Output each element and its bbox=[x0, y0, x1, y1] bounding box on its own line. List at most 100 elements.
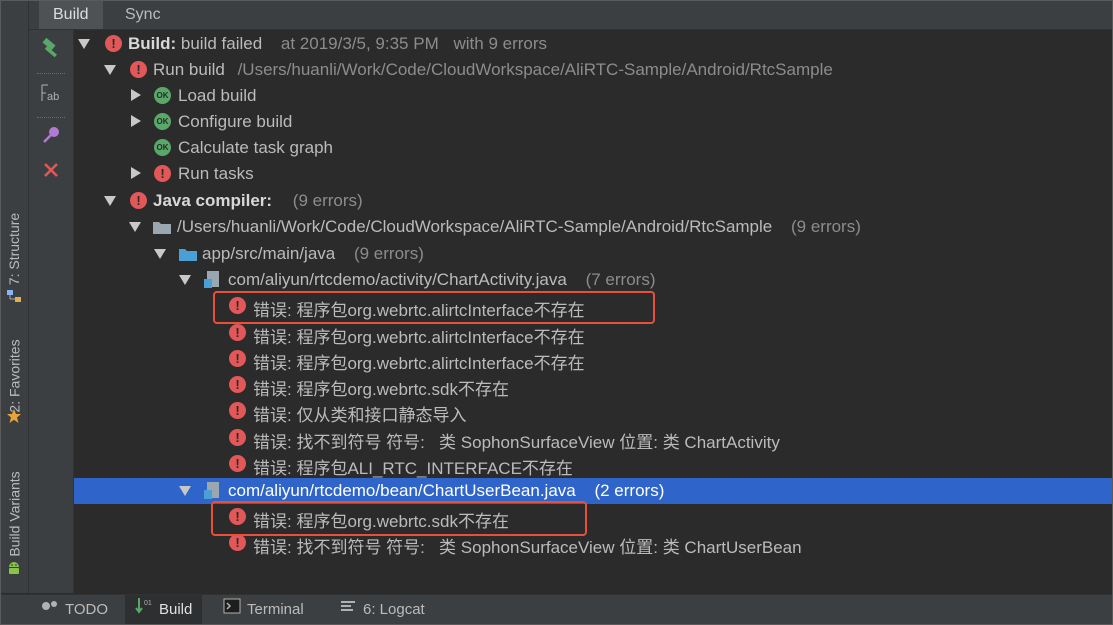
logcat-tab[interactable]: 6: Logcat bbox=[329, 595, 435, 624]
collapse-arrow-icon[interactable] bbox=[131, 89, 141, 101]
expand-arrow-icon[interactable] bbox=[179, 275, 191, 285]
collapse-arrow-icon[interactable] bbox=[131, 115, 141, 127]
project-path: /Users/huanli/Work/Code/CloudWorkspace/A… bbox=[177, 217, 773, 236]
build-tab-label: Build bbox=[159, 601, 193, 618]
chart-user-bean-file: com/aliyun/rtcdemo/bean/ChartUserBean.ja… bbox=[228, 481, 576, 500]
chart-activity-count: (7 errors) bbox=[585, 270, 656, 289]
structure-icon bbox=[6, 289, 22, 308]
pin-button[interactable] bbox=[39, 125, 63, 149]
error-icon: ! bbox=[229, 376, 246, 393]
todo-icon bbox=[41, 595, 59, 624]
tree-node-run-tasks[interactable]: ! Run tasks bbox=[74, 161, 1112, 187]
build-download-icon: 01 bbox=[135, 595, 153, 624]
error-message: 错误: 仅从类和接口静态导入 bbox=[253, 406, 467, 425]
error-icon: ! bbox=[229, 534, 246, 551]
tree-node-load-build[interactable]: OK Load build bbox=[74, 83, 1112, 109]
expand-arrow-icon[interactable] bbox=[154, 249, 166, 259]
terminal-tab-label: Terminal bbox=[247, 601, 304, 618]
java-compiler-count: (9 errors) bbox=[292, 191, 363, 210]
tree-node-configure-build[interactable]: OK Configure build bbox=[74, 109, 1112, 135]
error-icon: ! bbox=[229, 324, 246, 341]
svg-text:ab: ab bbox=[47, 91, 59, 103]
tree-node-error[interactable]: ! 错误: 程序包org.webrtc.sdk不存在 bbox=[74, 372, 1112, 399]
source-folder-icon bbox=[178, 246, 198, 267]
expand-arrow-icon[interactable] bbox=[78, 39, 90, 49]
tree-node-error[interactable]: ! 错误: 程序包ALI_RTC_INTERFACE不存在 bbox=[74, 451, 1112, 478]
configure-build-label: Configure build bbox=[178, 112, 293, 131]
run-build-label: Run build bbox=[153, 60, 225, 79]
toggle-view-button[interactable]: ab bbox=[39, 83, 63, 107]
collapse-arrow-icon[interactable] bbox=[131, 167, 141, 179]
build-output-tree: ! Build: build failed at 2019/3/5, 9:35 … bbox=[74, 30, 1112, 593]
build-tool-window: 7: Structure 2: Favorites Build Variants… bbox=[0, 0, 1113, 625]
tab-build[interactable]: Build bbox=[39, 1, 103, 29]
rebuild-button[interactable] bbox=[39, 37, 63, 65]
left-tool-stripe: 7: Structure 2: Favorites Build Variants bbox=[1, 1, 29, 593]
structure-tab-label: 7: Structure bbox=[6, 212, 23, 285]
error-message: 错误: 程序包org.webrtc.alirtcInterface不存在 bbox=[253, 328, 585, 347]
terminal-tab[interactable]: Terminal bbox=[213, 595, 314, 624]
highlight-box bbox=[211, 501, 587, 536]
text-view-icon: ab bbox=[40, 82, 62, 109]
tree-node-error[interactable]: ! 错误: 找不到符号 符号: 类 SophonSurfaceView 位置: … bbox=[74, 425, 1112, 452]
project-count: (9 errors) bbox=[790, 217, 861, 236]
tab-sync[interactable]: Sync bbox=[111, 1, 175, 29]
folder-icon bbox=[152, 219, 172, 240]
ok-icon: OK bbox=[154, 87, 171, 104]
toolbar-separator bbox=[37, 73, 65, 74]
android-icon bbox=[6, 560, 22, 581]
structure-tab[interactable]: 7: Structure bbox=[1, 191, 28, 306]
build-actions-toolbar: ab bbox=[29, 30, 74, 593]
tree-node-java-compiler[interactable]: ! Java compiler: (9 errors) bbox=[74, 188, 1112, 214]
tree-node-error[interactable]: ! 错误: 程序包org.webrtc.alirtcInterface不存在 bbox=[74, 346, 1112, 373]
highlight-box bbox=[213, 291, 655, 324]
tree-node-src[interactable]: app/src/main/java (9 errors) bbox=[74, 241, 1112, 267]
expand-arrow-icon[interactable] bbox=[104, 196, 116, 206]
calc-graph-label: Calculate task graph bbox=[178, 138, 333, 157]
run-tasks-label: Run tasks bbox=[178, 164, 254, 183]
build-tab[interactable]: 01 Build bbox=[125, 595, 203, 624]
logcat-icon bbox=[339, 595, 357, 624]
tree-node-chart-activity[interactable]: com/aliyun/rtcdemo/activity/ChartActivit… bbox=[74, 267, 1112, 293]
build-error-count: with 9 errors bbox=[453, 34, 548, 53]
svg-text:01: 01 bbox=[144, 600, 152, 607]
error-icon: ! bbox=[154, 165, 171, 182]
src-count: (9 errors) bbox=[353, 244, 424, 263]
expand-arrow-icon[interactable] bbox=[104, 65, 116, 75]
tree-node-run-build[interactable]: ! Run build /Users/huanli/Work/Code/Clou… bbox=[74, 57, 1112, 83]
logcat-tab-label: 6: Logcat bbox=[363, 601, 425, 618]
toolbar-separator bbox=[37, 117, 65, 118]
error-message: 错误: 程序包ALI_RTC_INTERFACE不存在 bbox=[253, 459, 573, 478]
bottom-tool-bar: TODO 01 Build Terminal 6: Logcat bbox=[1, 594, 1112, 624]
tree-node-build[interactable]: ! Build: build failed at 2019/3/5, 9:35 … bbox=[74, 31, 1112, 57]
expand-arrow-icon[interactable] bbox=[179, 486, 191, 496]
error-icon: ! bbox=[130, 61, 147, 78]
error-icon: ! bbox=[229, 429, 246, 446]
tree-node-error[interactable]: ! 错误: 仅从类和接口静态导入 bbox=[74, 398, 1112, 425]
build-label: Build: bbox=[128, 34, 177, 53]
tree-node-project[interactable]: /Users/huanli/Work/Code/CloudWorkspace/A… bbox=[74, 214, 1112, 240]
hammer-icon bbox=[40, 37, 62, 65]
pin-icon bbox=[40, 124, 62, 151]
error-icon: ! bbox=[130, 192, 147, 209]
build-variants-tab[interactable]: Build Variants bbox=[1, 446, 28, 581]
todo-tab-label: TODO bbox=[65, 601, 109, 618]
star-icon bbox=[6, 408, 22, 429]
favorites-tab[interactable]: 2: Favorites bbox=[1, 326, 28, 426]
java-compiler-label: Java compiler: bbox=[153, 191, 273, 210]
close-icon bbox=[41, 160, 61, 185]
expand-arrow-icon[interactable] bbox=[129, 222, 141, 232]
error-icon: ! bbox=[229, 402, 246, 419]
favorites-tab-label: 2: Favorites bbox=[6, 339, 23, 413]
src-path: app/src/main/java bbox=[202, 244, 336, 263]
error-icon: ! bbox=[229, 455, 246, 472]
terminal-icon bbox=[223, 595, 241, 624]
stop-button[interactable] bbox=[39, 160, 63, 184]
ok-icon: OK bbox=[154, 139, 171, 156]
error-message: 错误: 找不到符号 符号: 类 SophonSurfaceView 位置: 类 … bbox=[253, 538, 802, 557]
error-message: 错误: 程序包org.webrtc.alirtcInterface不存在 bbox=[253, 354, 585, 373]
error-message: 错误: 程序包org.webrtc.sdk不存在 bbox=[253, 380, 509, 399]
tree-node-calc-graph[interactable]: OK Calculate task graph bbox=[74, 135, 1112, 161]
ok-icon: OK bbox=[154, 113, 171, 130]
todo-tab[interactable]: TODO bbox=[31, 595, 118, 624]
